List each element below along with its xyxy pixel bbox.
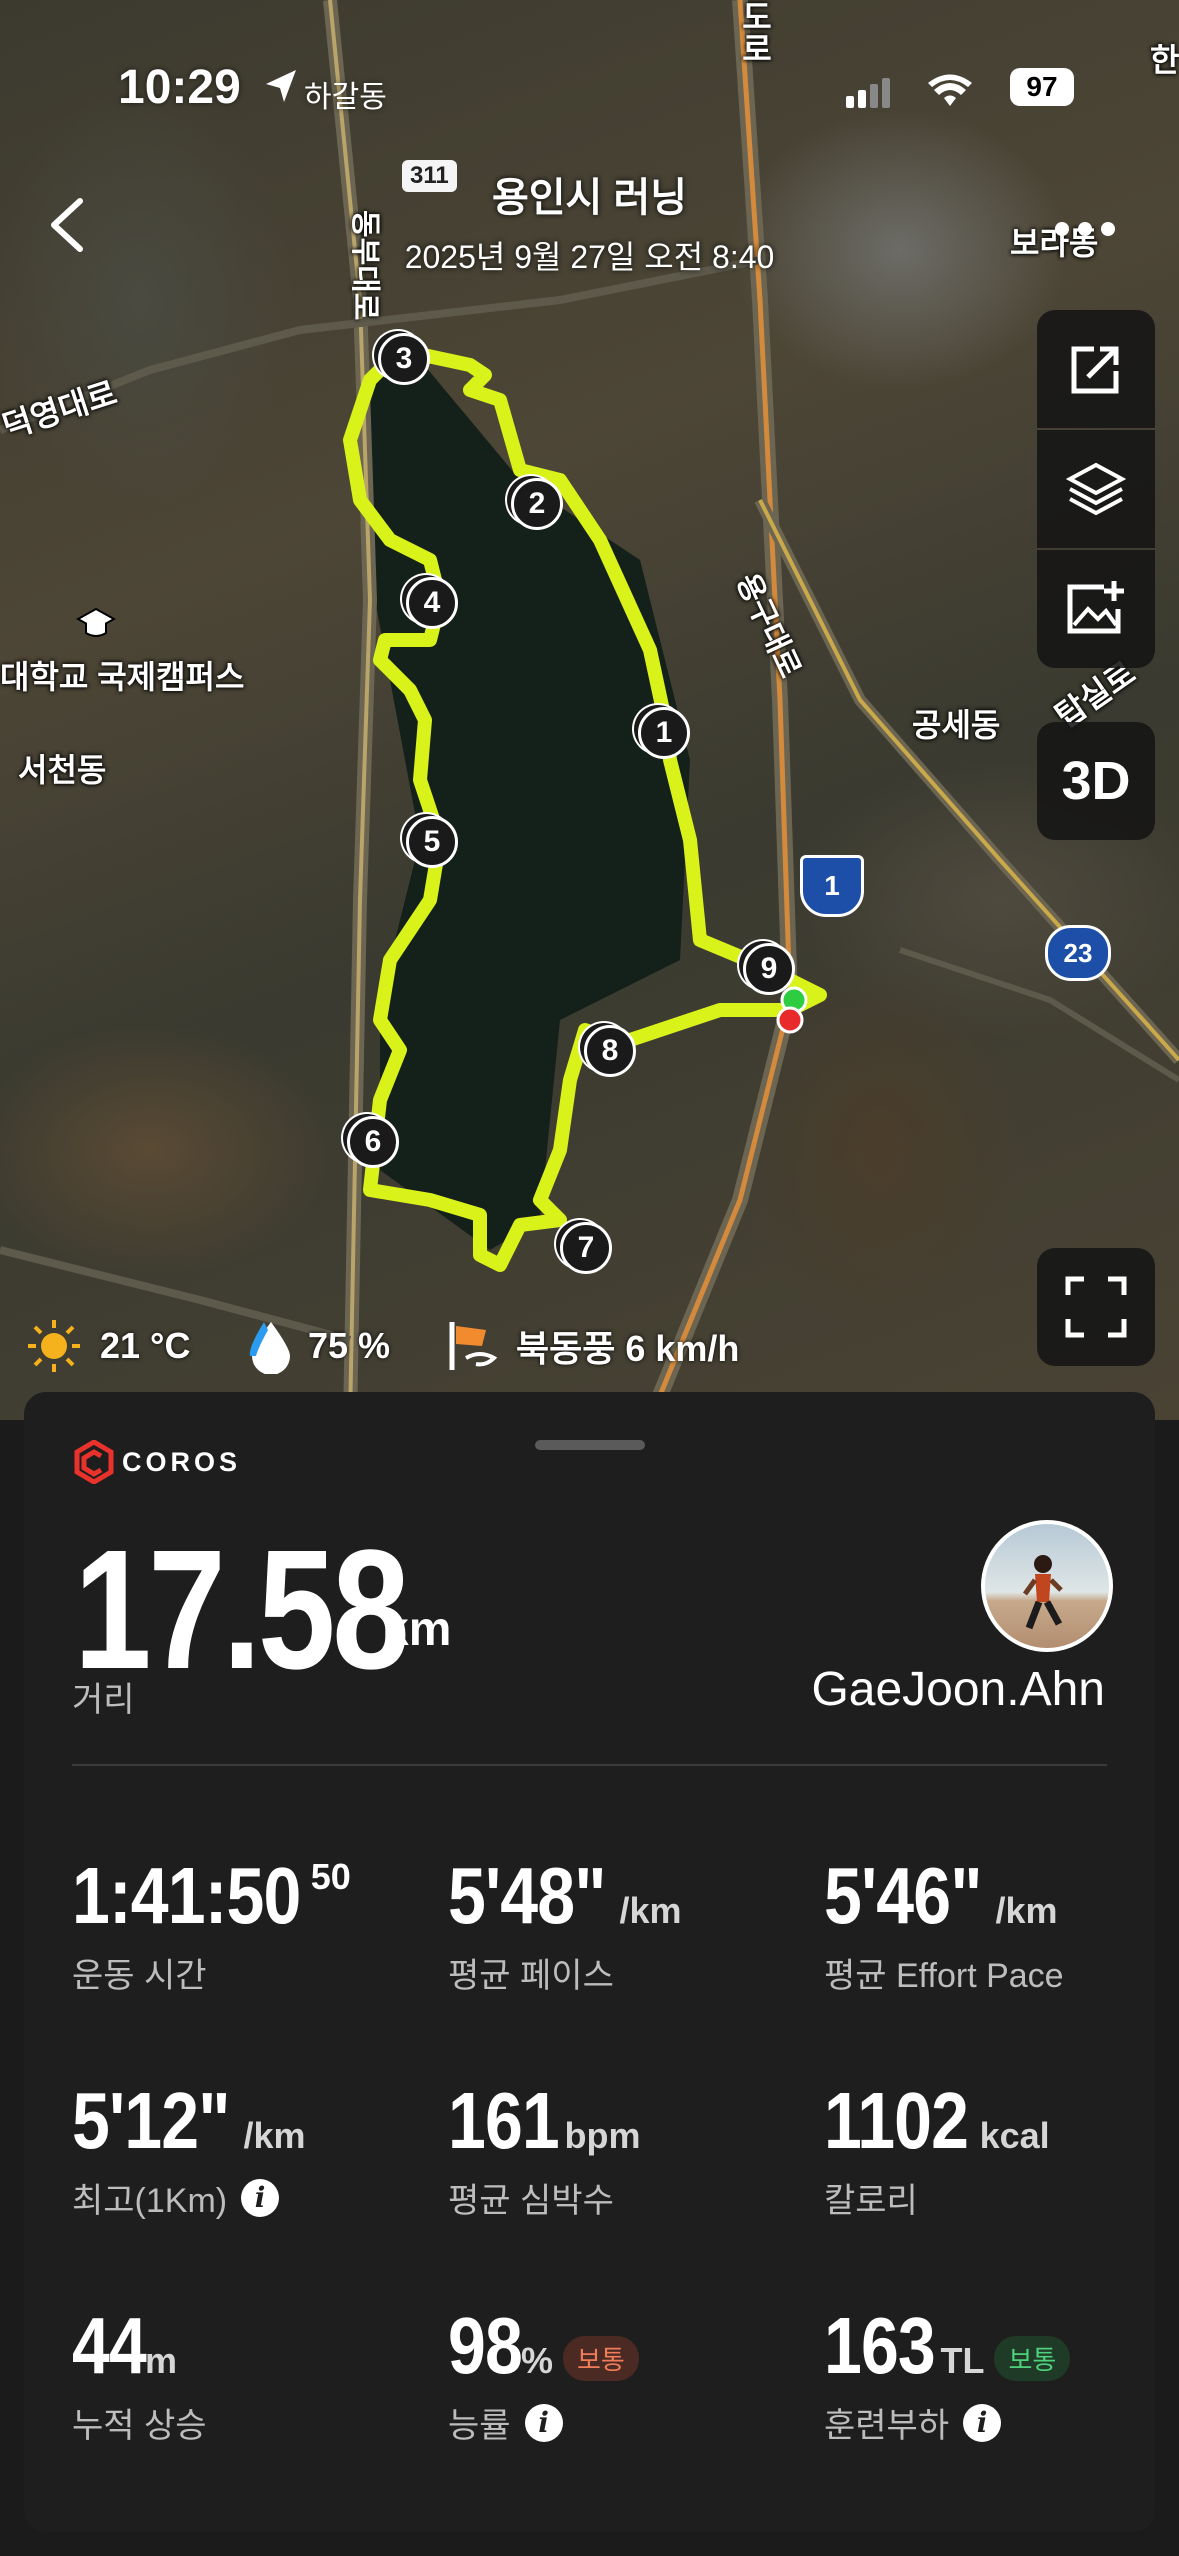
effort-pace-label: 평균 Effort Pace <box>824 1957 1064 1995</box>
avg-pace-label: 평균 페이스 <box>448 1957 614 1995</box>
runner-photo <box>1022 1555 1063 1630</box>
duration-label: 운동 시간 <box>72 1957 207 1995</box>
stat-efficiency: 98% 보통 능률 i <box>448 2300 639 2447</box>
map-label-han: 한 <box>1150 42 1179 78</box>
duration-hundredths: 50 <box>310 1856 351 1897</box>
wifi-icon <box>928 74 972 113</box>
stat-duration: 1:41:50 50 운동 시간 <box>72 1850 351 1997</box>
calories-label: 칼로리 <box>824 2182 918 2220</box>
ascent-value: 44 <box>72 2301 147 2390</box>
info-icon[interactable]: i <box>241 2178 280 2217</box>
calories-unit: kcal <box>979 2115 1050 2156</box>
more-dots-icon <box>1055 222 1115 236</box>
stat-best-pace: 5'12" /km 최고(1Km) i <box>72 2075 305 2222</box>
ascent-label: 누적 상승 <box>72 2407 207 2445</box>
stat-effort-pace: 5'46" /km 평균 Effort Pace <box>824 1850 1064 1997</box>
efficiency-value: 98 <box>448 2301 523 2390</box>
distance-label: 거리 <box>72 1681 135 1719</box>
avatar[interactable] <box>981 1520 1113 1652</box>
distance-unit: km <box>382 1603 452 1656</box>
stat-calories: 1102 kcal 칼로리 <box>824 2075 1050 2222</box>
efficiency-status-badge: 보통 <box>563 2336 639 2382</box>
best-pace-value: 5'12" <box>72 2076 230 2165</box>
km-marker-6[interactable]: 6 <box>347 1116 399 1168</box>
university-icon <box>76 605 116 645</box>
water-drop-icon <box>249 1322 290 1374</box>
divider <box>72 1764 1107 1766</box>
layers-icon <box>1065 462 1127 516</box>
efficiency-unit: % <box>520 2340 553 2381</box>
battery-indicator: 97 <box>1010 68 1074 106</box>
map-label-gongse: 공세동 <box>912 707 1001 743</box>
km-marker-3[interactable]: 3 <box>378 333 430 385</box>
stat-avg-pace: 5'48" /km 평균 페이스 <box>448 1850 681 1997</box>
add-photo-button[interactable] <box>1037 550 1155 668</box>
map-label-seocheon: 서천동 <box>18 752 107 788</box>
training-load-value: 163 <box>824 2301 936 2390</box>
training-load-status-badge: 보통 <box>994 2336 1071 2382</box>
username[interactable]: GaeJoon.Ahn <box>811 1662 1105 1717</box>
share-button[interactable] <box>1037 310 1155 428</box>
fullscreen-icon <box>1065 1276 1127 1338</box>
efficiency-label: 능률 <box>448 2407 511 2445</box>
best-pace-label: 최고(1Km) <box>72 2182 228 2220</box>
best-pace-unit: /km <box>243 2115 306 2156</box>
status-location: 하갈동 <box>304 81 387 114</box>
km-marker-9[interactable]: 9 <box>743 943 795 995</box>
drag-handle[interactable] <box>535 1440 645 1450</box>
km-marker-1[interactable]: 1 <box>638 707 690 759</box>
km-marker-2[interactable]: 2 <box>511 478 563 530</box>
calories-value: 1102 <box>824 2076 969 2165</box>
avg-pace-value: 5'48" <box>448 1851 606 1940</box>
weather-temperature: 21 °C <box>24 1318 190 1374</box>
heart-rate-value: 161 <box>448 2076 560 2165</box>
highway-shield-1: 1 <box>800 855 864 917</box>
more-button[interactable] <box>1050 214 1120 244</box>
info-icon[interactable]: i <box>524 2403 563 2442</box>
fullscreen-button[interactable] <box>1037 1248 1155 1366</box>
map-layers-button[interactable] <box>1037 430 1155 548</box>
activity-title: 용인시 러닝 <box>491 176 688 220</box>
share-icon <box>1071 346 1119 394</box>
stat-heart-rate: 161 bpm 평균 심박수 <box>448 2075 640 2222</box>
effort-pace-value: 5'46" <box>824 1851 982 1940</box>
heart-rate-unit: bpm <box>564 2115 641 2156</box>
duration-value: 1:41:50 <box>72 1851 301 1940</box>
ascent-unit: m <box>144 2340 177 2381</box>
3d-toggle-button[interactable]: 3D <box>1037 722 1155 840</box>
coros-logo: COROS <box>74 1440 241 1484</box>
stat-training-load: 163 TL 보통 훈련부하 i <box>824 2300 1071 2447</box>
weather-wind: 북동풍 6 km/h <box>446 1318 739 1374</box>
add-image-icon <box>1067 581 1124 634</box>
location-arrow-icon <box>262 66 302 111</box>
km-marker-4[interactable]: 4 <box>406 577 458 629</box>
km-marker-7[interactable]: 7 <box>560 1222 612 1274</box>
info-icon[interactable]: i <box>963 2403 1002 2442</box>
stat-ascent: 44m 누적 상승 <box>72 2300 207 2447</box>
heart-rate-label: 평균 심박수 <box>448 2182 614 2220</box>
training-load-unit: TL <box>940 2340 985 2381</box>
coros-mark-icon <box>74 1440 114 1484</box>
km-marker-5[interactable]: 5 <box>406 816 458 868</box>
signal-icon <box>846 78 896 113</box>
km-marker-8[interactable]: 8 <box>584 1025 636 1077</box>
activity-summary-panel: COROS 17.58 km 거리 GaeJoon.Ahn 1:41:50 50 … <box>24 1392 1155 2532</box>
effort-pace-unit: /km <box>995 1890 1058 1931</box>
highway-shield-23: 23 <box>1045 925 1111 981</box>
training-load-label: 훈련부하 <box>824 2407 950 2445</box>
avg-pace-unit: /km <box>619 1890 682 1931</box>
map-label-university: 대학교 국제캠퍼스 <box>0 659 245 695</box>
road-label-doro: 도로 <box>737 0 773 64</box>
wind-flag-icon <box>449 1322 498 1370</box>
weather-humidity: 75 % <box>246 1318 390 1374</box>
activity-datetime: 2025년 9월 27일 오전 8:40 <box>404 239 775 275</box>
sun-icon <box>28 1320 80 1372</box>
status-time: 10:29 <box>118 61 241 114</box>
